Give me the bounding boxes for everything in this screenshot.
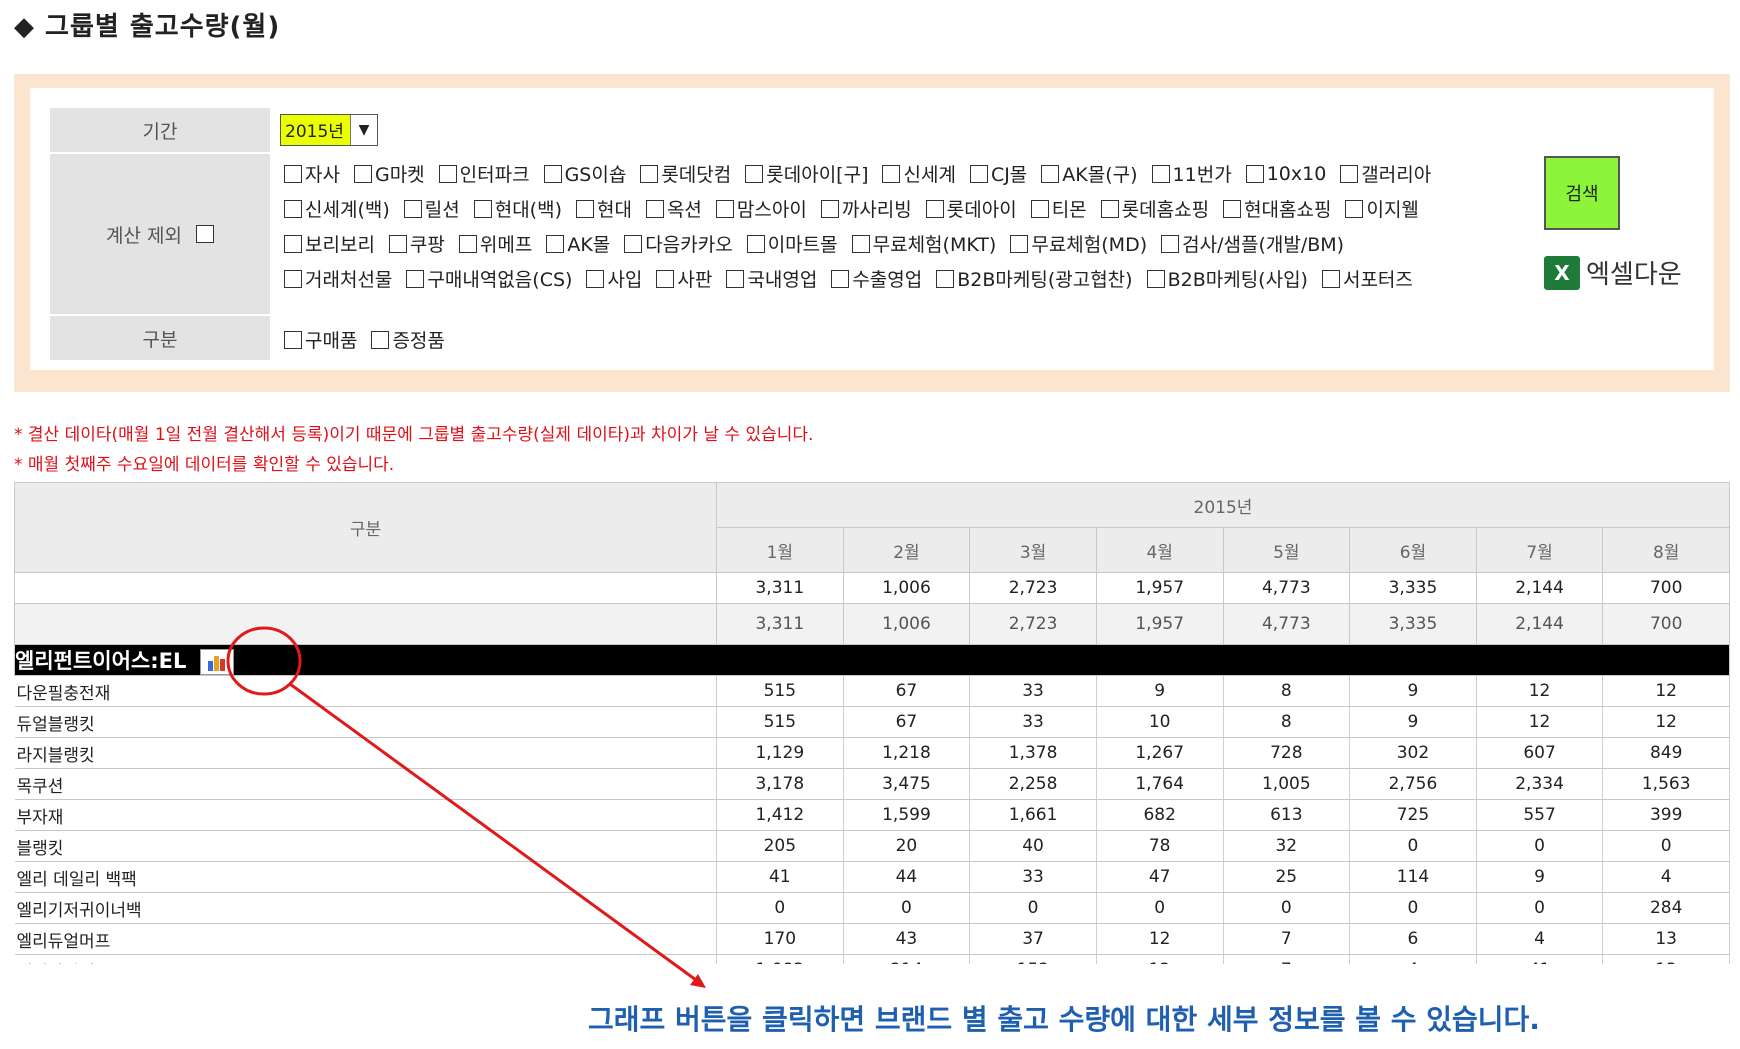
annotation-overlay bbox=[226, 626, 706, 988]
highlight-circle bbox=[226, 626, 302, 696]
annotation-arrow bbox=[289, 682, 697, 982]
annotation-text: 그래프 버튼을 클릭하면 브랜드 별 출고 수량에 대한 세부 정보를 볼 수 … bbox=[588, 1003, 1540, 1036]
